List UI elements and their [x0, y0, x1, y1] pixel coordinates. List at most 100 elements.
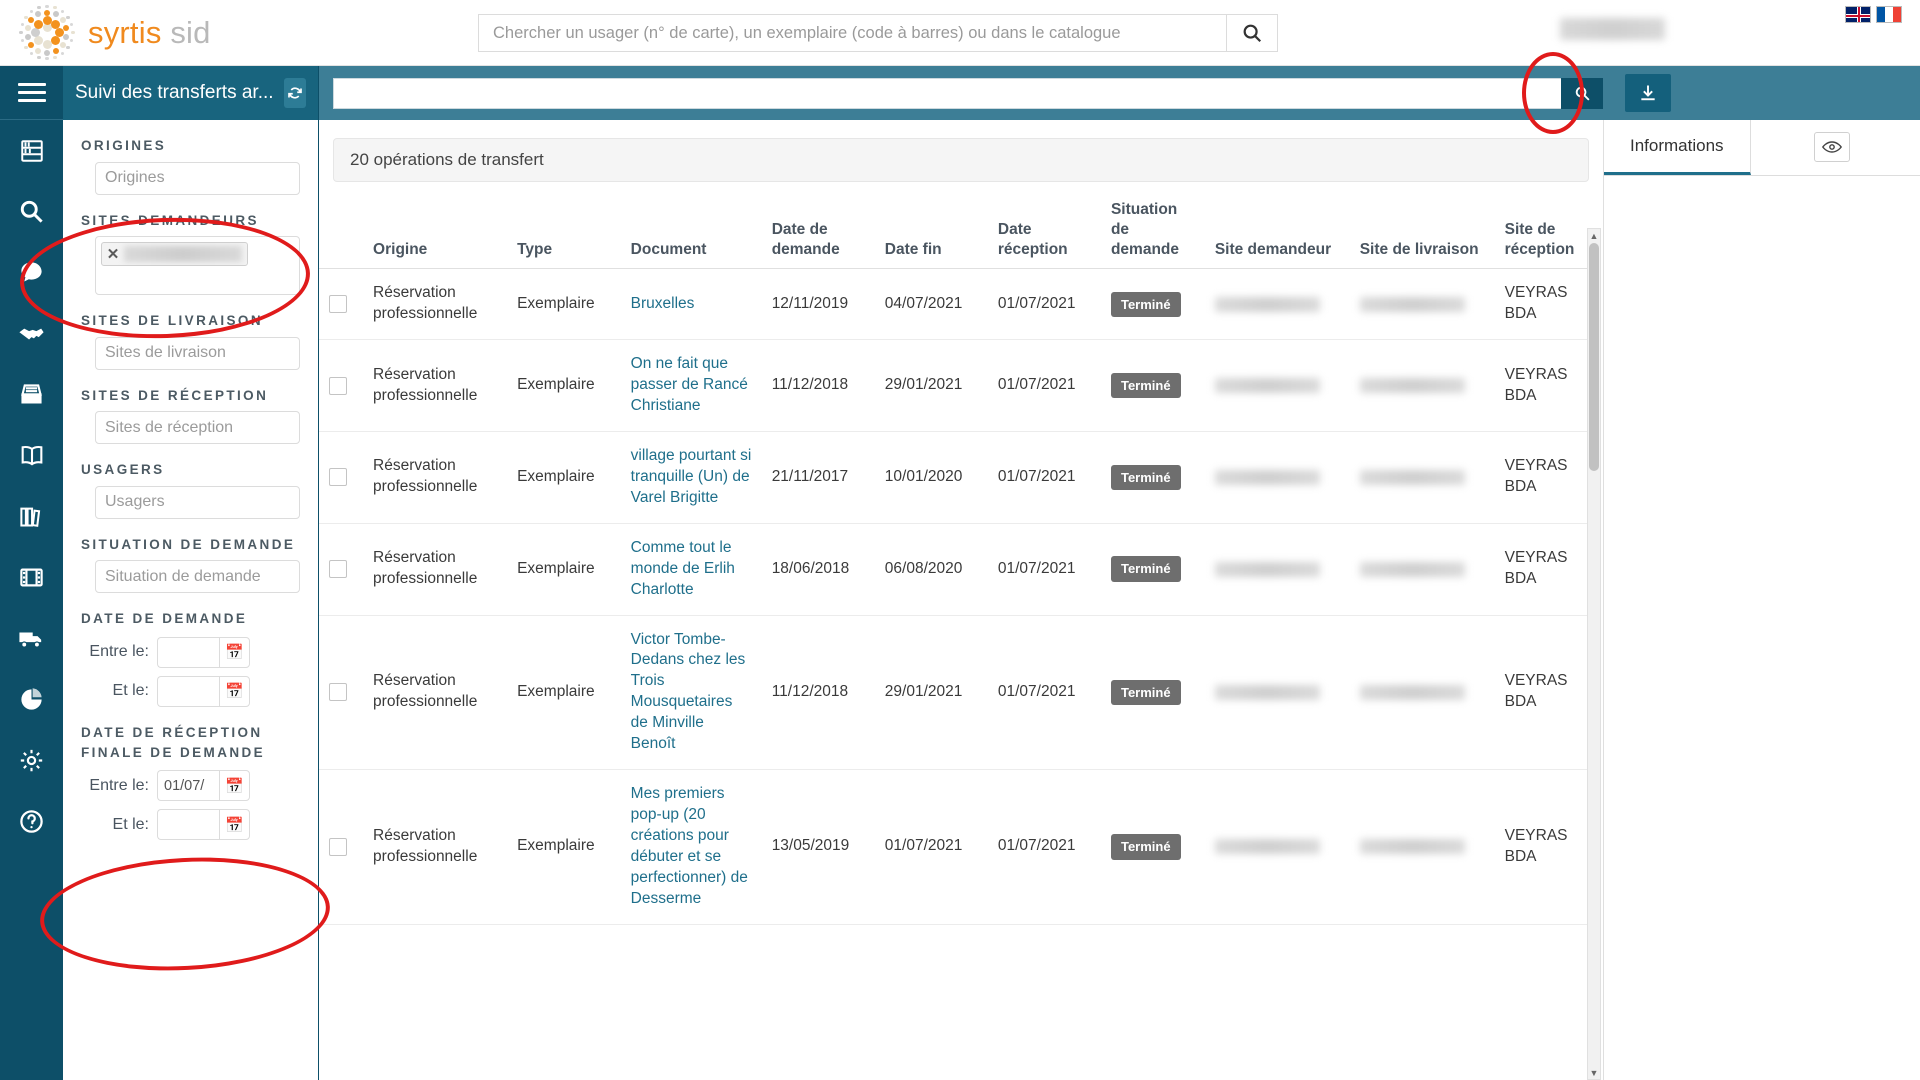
- redacted-value: [1214, 839, 1320, 855]
- results-search-button[interactable]: [1561, 77, 1603, 109]
- rail-item-catalogue[interactable]: [0, 425, 63, 486]
- english-flag-icon[interactable]: [1845, 6, 1871, 23]
- information-pane: Informations: [1604, 120, 1920, 1080]
- document-link[interactable]: Comme tout le monde de Erlih Charlotte: [631, 539, 735, 598]
- calendar-icon[interactable]: 📅: [219, 636, 250, 668]
- cell-date-demande: 11/12/2018: [761, 615, 875, 771]
- table-row[interactable]: Réservation professionnelle Exemplaire On …: [319, 339, 1599, 433]
- rail-item-aide[interactable]: [0, 791, 63, 852]
- pie-chart-icon: [21, 688, 42, 710]
- redacted-value: [1359, 469, 1465, 485]
- row-checkbox[interactable]: [329, 295, 347, 314]
- usagers-input[interactable]: [95, 485, 300, 519]
- table-row[interactable]: Réservation professionnelle Exemplaire Vic…: [319, 615, 1599, 771]
- app-logo[interactable]: syrtis sid: [18, 4, 211, 62]
- column-header[interactable]: Date de demande: [761, 192, 875, 270]
- calendar-icon[interactable]: 📅: [219, 809, 250, 841]
- cell-site-reception: VEYRAS BDA: [1494, 339, 1599, 433]
- table-row[interactable]: Réservation professionnelle Exemplaire Bru…: [319, 268, 1599, 341]
- tab-informations[interactable]: Informations: [1604, 120, 1751, 175]
- rail-item-recherche[interactable]: [0, 181, 63, 242]
- global-search-input[interactable]: [478, 14, 1226, 52]
- refresh-button[interactable]: [283, 78, 306, 108]
- export-download-button[interactable]: [1625, 74, 1671, 112]
- tag-label-redacted: [124, 246, 242, 263]
- results-search[interactable]: [333, 77, 1603, 109]
- results-table-scroll[interactable]: Origine Type Document Date de demande Date f…: [319, 192, 1603, 1066]
- cell-date-reception: 01/07/2021: [987, 339, 1101, 433]
- column-header[interactable]: Situation de demande: [1100, 192, 1205, 270]
- rail-item-prets[interactable]: [0, 303, 63, 364]
- sites-demandeurs-tagbox[interactable]: ✕: [95, 236, 300, 296]
- date-demande-to-input[interactable]: [157, 675, 219, 707]
- row-checkbox[interactable]: [329, 468, 347, 487]
- scroll-down-arrow[interactable]: ▼: [1588, 1066, 1600, 1079]
- origines-input[interactable]: [95, 161, 300, 195]
- document-link[interactable]: On ne fait que passer de Rancé Christian…: [631, 355, 748, 414]
- label-date-demande: DATE DE DEMANDE: [81, 611, 248, 627]
- row-checkbox[interactable]: [329, 560, 347, 579]
- table-row[interactable]: Réservation professionnelle Exemplaire Com…: [319, 523, 1599, 616]
- column-header[interactable]: [319, 192, 364, 270]
- document-link[interactable]: village pourtant si tranquille (Un) de V…: [631, 447, 752, 506]
- document-link[interactable]: Bruxelles: [631, 295, 695, 312]
- rail-item-messages[interactable]: [0, 242, 63, 303]
- rail-item-documents[interactable]: [0, 364, 63, 425]
- row-checkbox[interactable]: [329, 683, 347, 702]
- date-demande-from-input[interactable]: [157, 636, 219, 668]
- calendar-icon[interactable]: 📅: [219, 770, 250, 802]
- cell-date-demande: 18/06/2018: [761, 523, 875, 616]
- sites-reception-input[interactable]: [95, 411, 300, 445]
- column-header[interactable]: Type: [507, 192, 621, 270]
- cell-date-fin: 29/01/2021: [874, 615, 988, 771]
- preview-toggle-button[interactable]: [1814, 132, 1850, 162]
- situation-demande-input[interactable]: [95, 560, 300, 594]
- rail-item-collections[interactable]: [0, 486, 63, 547]
- table-row[interactable]: Réservation professionnelle Exemplaire vil…: [319, 431, 1599, 524]
- sites-livraison-input[interactable]: [95, 336, 300, 370]
- results-search-input[interactable]: [333, 77, 1561, 109]
- date-reception-to-input[interactable]: [157, 809, 219, 841]
- date-reception-from-input[interactable]: [157, 770, 219, 802]
- french-flag-icon[interactable]: [1876, 6, 1902, 23]
- scroll-up-arrow[interactable]: ▲: [1588, 229, 1600, 242]
- close-icon[interactable]: ✕: [102, 245, 124, 263]
- logo-secondary: sid: [170, 14, 211, 50]
- rail-item-transferts[interactable]: [0, 608, 63, 669]
- date-reception-to-label: Et le:: [112, 815, 149, 833]
- handshake-icon: [19, 328, 44, 340]
- column-header[interactable]: Document: [620, 192, 762, 270]
- hamburger-menu-button[interactable]: [0, 66, 63, 120]
- cell-date-fin: 06/08/2020: [874, 523, 988, 616]
- column-header[interactable]: Date fin: [874, 192, 988, 270]
- global-search[interactable]: [478, 14, 1278, 52]
- label-origines: ORIGINES: [81, 138, 167, 153]
- logo-primary: syrtis: [88, 14, 162, 50]
- filter-panel: Suivi des transferts ar... ORIGINES SITE…: [63, 66, 319, 1080]
- column-header[interactable]: Date réception: [987, 192, 1101, 270]
- row-checkbox[interactable]: [329, 837, 347, 856]
- scrollbar-thumb[interactable]: [1589, 243, 1599, 471]
- column-header[interactable]: Site de livraison: [1349, 192, 1495, 270]
- table-row[interactable]: Réservation professionnelle Exemplaire Mes…: [319, 769, 1599, 925]
- main-toolbar: [319, 66, 1920, 120]
- column-header[interactable]: Site de réception: [1494, 192, 1599, 270]
- redacted-value: [1214, 684, 1320, 700]
- rail-item-parametres[interactable]: [0, 730, 63, 791]
- document-link[interactable]: Victor Tombe-Dedans chez les Trois Mousq…: [631, 631, 746, 753]
- language-switcher[interactable]: [1845, 6, 1902, 23]
- document-link[interactable]: Mes premiers pop-up (20 créations pour d…: [631, 785, 748, 907]
- results-table: Origine Type Document Date de demande Date f…: [319, 192, 1599, 925]
- rail-item-archives[interactable]: [0, 120, 63, 181]
- column-header[interactable]: Site demandeur: [1204, 192, 1350, 270]
- column-header[interactable]: Origine: [363, 192, 508, 270]
- global-search-button[interactable]: [1226, 14, 1278, 52]
- logo-text: syrtis sid: [88, 15, 211, 51]
- rail-item-medias[interactable]: [0, 547, 63, 608]
- drawer-icon: [21, 384, 42, 404]
- results-scrollbar[interactable]: ▲ ▼: [1587, 228, 1601, 1080]
- calendar-icon[interactable]: 📅: [219, 675, 250, 707]
- tag-chip[interactable]: ✕: [101, 242, 248, 267]
- rail-item-statistiques[interactable]: [0, 669, 63, 730]
- row-checkbox[interactable]: [329, 376, 347, 395]
